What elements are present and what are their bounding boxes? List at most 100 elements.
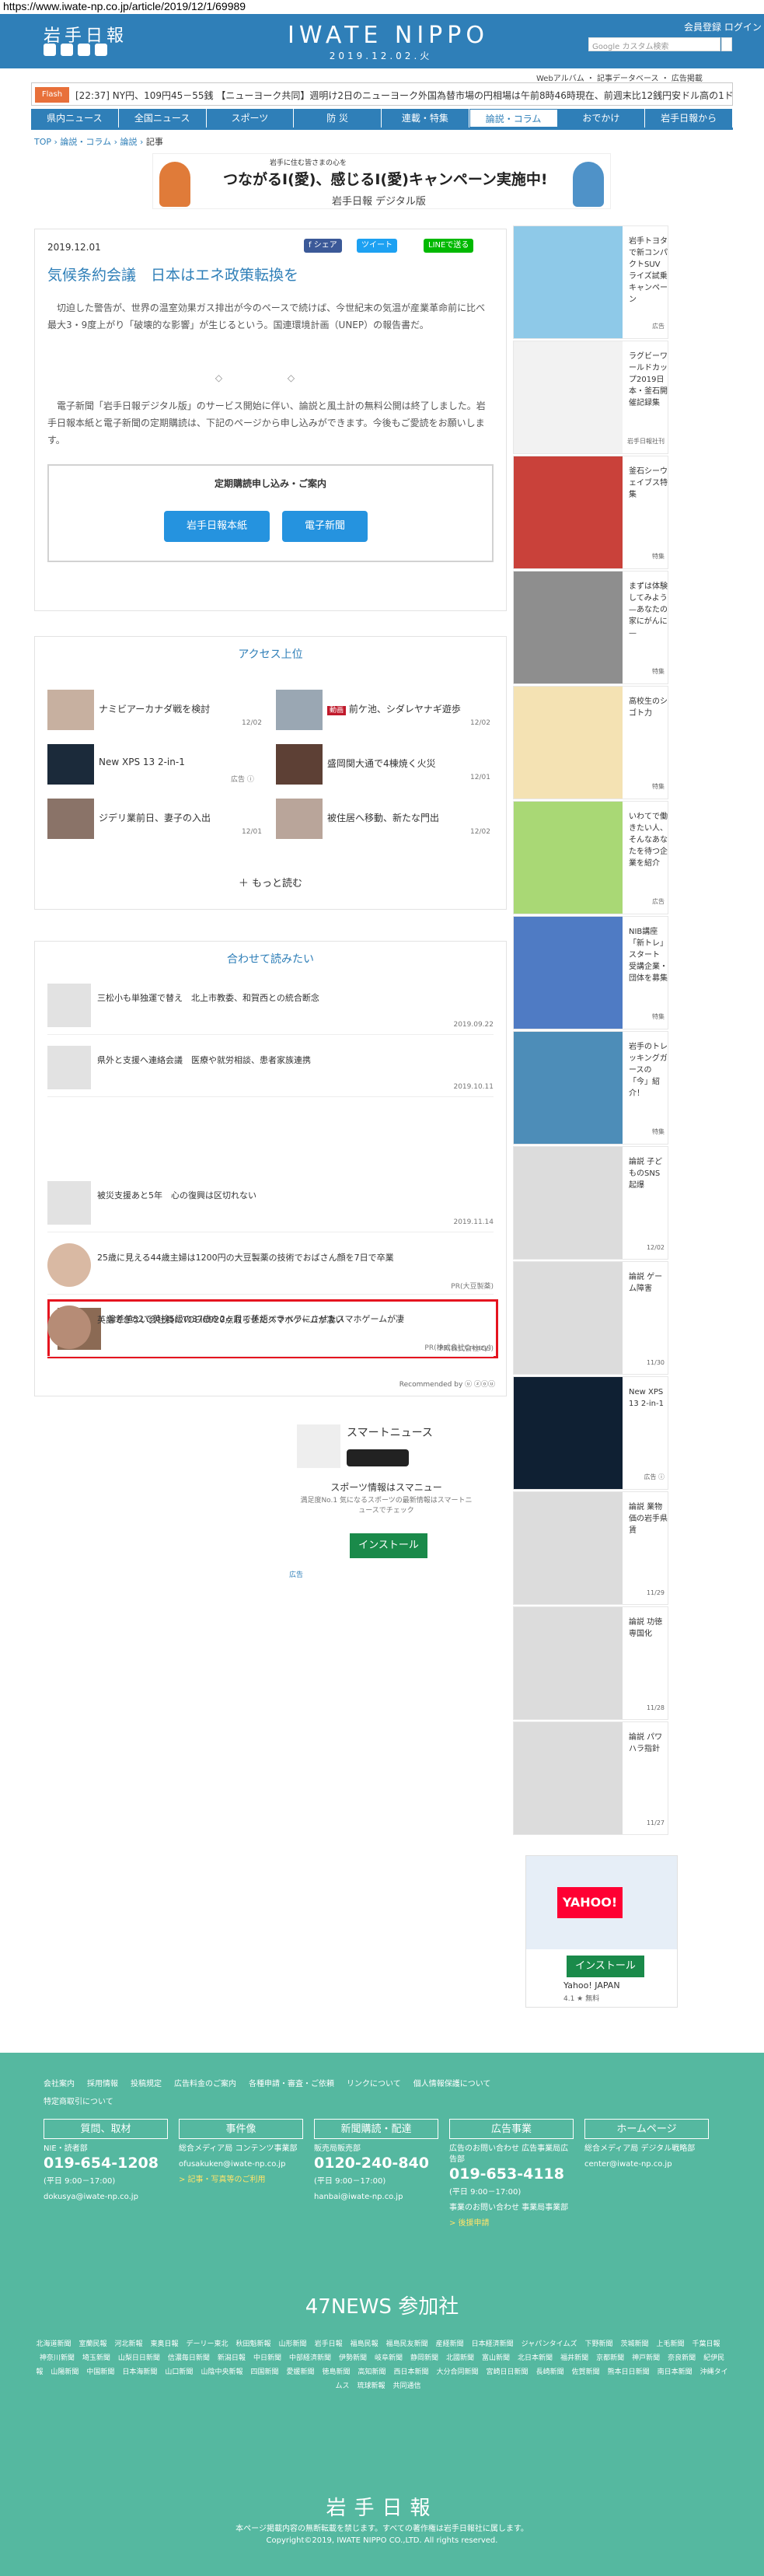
- paper-link[interactable]: 伊勢新聞: [339, 2354, 367, 2362]
- paper-link[interactable]: 室蘭民報: [78, 2340, 106, 2348]
- sidebar-item[interactable]: 論説 功徳専国化 11/28: [513, 1606, 668, 1720]
- paper-link[interactable]: 秋田魁新報: [236, 2340, 271, 2348]
- paper-link[interactable]: 北海道新聞: [36, 2340, 71, 2348]
- paper-link[interactable]: 岐阜新聞: [375, 2354, 403, 2362]
- paper-link[interactable]: 東奥日報: [151, 2340, 179, 2348]
- paper-link[interactable]: 下野新聞: [584, 2340, 612, 2348]
- related-item[interactable]: 三松小も単独運で替え 北上市教委、和賀西との統合断念 2019.09.22: [47, 976, 494, 1035]
- ranking-item[interactable]: ナミビアーカナダ戦を検討 12/02: [47, 690, 265, 736]
- line-share-button[interactable]: LINEで送る: [424, 239, 474, 253]
- sidebar-item[interactable]: まずは体験してみよう—あなたの家にがんに— 特集: [513, 571, 668, 684]
- paper-link[interactable]: 河北新報: [114, 2340, 142, 2348]
- paper-link[interactable]: 北日本新聞: [518, 2354, 553, 2362]
- member-links[interactable]: 会員登録 ログイン: [684, 20, 762, 33]
- paper-link[interactable]: 山口新聞: [165, 2368, 193, 2376]
- nav-item[interactable]: スポーツ: [206, 109, 295, 128]
- footer-phone[interactable]: 019-654-1208: [44, 2155, 168, 2172]
- nav-item[interactable]: 県内ニュース: [31, 109, 119, 128]
- paper-link[interactable]: 神奈川新聞: [40, 2354, 75, 2362]
- related-item[interactable]: 英語できない会社員にTOEIC920点取らせたスマホゲームが凄い PR(株式会社I…: [47, 1298, 494, 1357]
- paper-link[interactable]: 神戸新聞: [632, 2354, 660, 2362]
- related-item[interactable]: 被災支援あと5年 心の復興は区切れない 2019.11.14: [47, 1173, 494, 1232]
- line-icon[interactable]: [78, 44, 90, 56]
- paper-link[interactable]: ジャパンタイムズ: [522, 2340, 577, 2348]
- paper-link[interactable]: 京都新聞: [596, 2354, 624, 2362]
- print-subscription-button[interactable]: 岩手日報本紙: [164, 511, 270, 542]
- paper-link[interactable]: 山陰中央新報: [201, 2368, 242, 2376]
- sidebar-item[interactable]: ラグビーワールドカップ2019日本・釜石開催記録集 岩手日報社刊: [513, 341, 668, 454]
- install-button[interactable]: インストール: [567, 1956, 644, 1977]
- smartnews-ad[interactable]: スマートニュース スポーツ情報はスマニュー 満足度No.1 気になるスポーツの最…: [289, 1418, 483, 1586]
- paper-link[interactable]: 大分合同新聞: [437, 2368, 479, 2376]
- facebook-icon[interactable]: [61, 44, 73, 56]
- paper-link[interactable]: 信濃毎日新聞: [168, 2354, 210, 2362]
- nav-item[interactable]: 防 災: [294, 109, 382, 128]
- paper-link[interactable]: 徳島新聞: [322, 2368, 350, 2376]
- sidebar-item[interactable]: 岩手トヨタで新コンパクトSUVライズ試乗キャンペーン 広告: [513, 225, 668, 339]
- flash-text[interactable]: [22:37] NY円、109円45－55銭 【ニューヨーク共同】週明け2日のニ…: [75, 89, 732, 102]
- nav-item[interactable]: 岩手日報から: [645, 109, 733, 128]
- paper-link[interactable]: 埼玉新聞: [82, 2354, 110, 2362]
- footer-logo[interactable]: 岩手日報: [0, 2492, 764, 2521]
- footer-link[interactable]: 広告料金のご案内: [174, 2080, 236, 2088]
- paper-link[interactable]: 山陽新聞: [51, 2368, 78, 2376]
- facebook-share-button[interactable]: f シェア: [304, 239, 342, 253]
- footer-link[interactable]: リンクについて: [347, 2080, 401, 2088]
- ranking-item[interactable]: 被住居へ移動、新たな門出 12/02: [276, 799, 494, 845]
- paper-link[interactable]: 山梨日日新聞: [118, 2354, 160, 2362]
- paper-link[interactable]: 佐賀新聞: [572, 2368, 600, 2376]
- sidebar-item[interactable]: いわてで働きたい人、そんなあなたを待つ企業を紹介 広告: [513, 801, 668, 914]
- footer-email[interactable]: center@iwate-np.co.jp: [584, 2159, 709, 2170]
- sidebar-item[interactable]: 高校生のシゴト力 特集: [513, 686, 668, 799]
- ranking-item[interactable]: 動画 前ケ池、シダレヤナギ遊歩 12/02: [276, 690, 494, 736]
- brand[interactable]: IWATE NIPPO 2019.12.02.火: [288, 22, 484, 62]
- nav-item[interactable]: おでかけ: [557, 109, 646, 128]
- footer-link[interactable]: 特定商取引について: [44, 2098, 113, 2106]
- footer-link[interactable]: 個人情報保護について: [413, 2080, 491, 2088]
- paper-link[interactable]: 南日本新聞: [658, 2368, 692, 2376]
- paper-link[interactable]: 中国新聞: [86, 2368, 114, 2376]
- nav-item-active[interactable]: 論説・コラム: [469, 109, 558, 128]
- footer-email[interactable]: hanbai@iwate-np.co.jp: [314, 2192, 438, 2203]
- paper-link[interactable]: 奈良新聞: [668, 2354, 696, 2362]
- sidebar-item[interactable]: 論説 パワハラ指針 11/27: [513, 1721, 668, 1835]
- read-more-button[interactable]: ＋ もっと読む: [35, 875, 506, 890]
- recommended-by[interactable]: Recommended by ⓤ ⓩⓞⓤ: [399, 1379, 495, 1389]
- paper-link[interactable]: 茨城新聞: [620, 2340, 648, 2348]
- ranking-item[interactable]: 盛岡関大通で4棟焼く火災 12/01: [276, 744, 494, 791]
- instagram-icon[interactable]: [95, 44, 107, 56]
- footer-link[interactable]: 投稿規定: [131, 2080, 162, 2088]
- footer-link[interactable]: 各種申請・審査・ご依頼: [249, 2080, 334, 2088]
- paper-link[interactable]: 高知新聞: [358, 2368, 386, 2376]
- paper-link[interactable]: 岩手日報: [315, 2340, 343, 2348]
- paper-link[interactable]: 山形新聞: [279, 2340, 307, 2348]
- paper-link[interactable]: 富山新聞: [482, 2354, 510, 2362]
- related-item[interactable]: 県外と支援へ連絡会議 医療や就労相談、患者家族連携 2019.10.11: [47, 1038, 494, 1097]
- nav-item[interactable]: 連載・特集: [382, 109, 469, 128]
- paper-link[interactable]: 福島民友新聞: [386, 2340, 428, 2348]
- related-item[interactable]: 25歳に見える44歳主婦は1200円の大豆製薬の技術でおばさん顔を7日で卒業 PR…: [47, 1236, 494, 1295]
- sidebar-item[interactable]: New XPS 13 2-in-1 広告 ⓘ: [513, 1376, 668, 1490]
- flash-news[interactable]: Flash [22:37] NY円、109円45－55銭 【ニューヨーク共同】週…: [31, 82, 733, 106]
- paper-link[interactable]: 西日本新聞: [394, 2368, 429, 2376]
- sidebar-item[interactable]: 釜石シーウェイブス特集 特集: [513, 456, 668, 569]
- address-bar-url[interactable]: https://www.iwate-np.co.jp/article/2019/…: [3, 0, 246, 12]
- paper-link[interactable]: 産経新聞: [436, 2340, 464, 2348]
- twitter-icon[interactable]: [44, 44, 56, 56]
- sidebar-item[interactable]: 論説 子どものSNS起爆 12/02: [513, 1146, 668, 1260]
- nav-item[interactable]: 全国ニュース: [118, 109, 207, 128]
- footer-email[interactable]: dokusya@iwate-np.co.jp: [44, 2192, 168, 2203]
- footer-phone[interactable]: 0120-240-840: [314, 2155, 438, 2172]
- paper-link[interactable]: 共同通信: [393, 2382, 421, 2390]
- install-button[interactable]: インストール: [350, 1533, 427, 1558]
- search-input[interactable]: Google カスタム検索: [588, 37, 720, 51]
- paper-link[interactable]: 北國新聞: [446, 2354, 474, 2362]
- paper-link[interactable]: デーリー東北: [187, 2340, 229, 2348]
- footer-email[interactable]: ofusakuken@iwate-np.co.jp: [179, 2159, 303, 2170]
- digital-subscription-button[interactable]: 電子新聞: [282, 511, 368, 542]
- paper-link[interactable]: 上毛新聞: [657, 2340, 685, 2348]
- sidebar-item[interactable]: 論説 業物価の岩手県賃 11/29: [513, 1491, 668, 1605]
- paper-link[interactable]: 琉球新報: [357, 2382, 385, 2390]
- breadcrumb-item[interactable]: 論説・コラム: [60, 137, 111, 147]
- breadcrumb-item[interactable]: 論説: [120, 137, 138, 147]
